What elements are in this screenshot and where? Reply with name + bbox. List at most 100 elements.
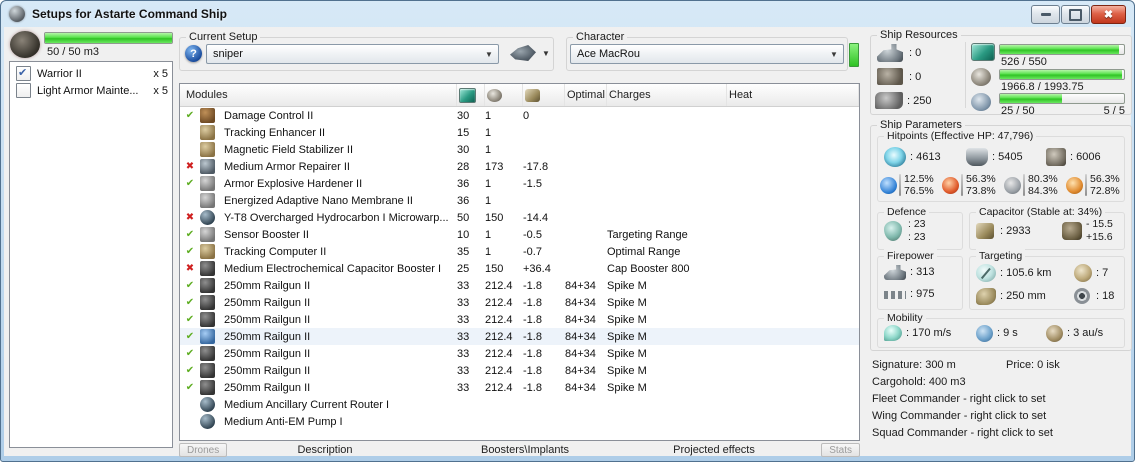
module-name: Tracking Enhancer II xyxy=(224,126,326,139)
optimal-value: 84+34 xyxy=(565,279,596,292)
setup-combobox[interactable]: sniper ▼ xyxy=(206,44,499,64)
module-row[interactable]: 250mm Railgun II 33 212.4 -1.8 84+34 Spike M xyxy=(180,345,859,362)
chevron-down-icon: ▼ xyxy=(542,48,550,58)
optimal-header[interactable]: Optimal xyxy=(565,84,607,106)
fleet-commander-text[interactable]: Fleet Commander - right click to set xyxy=(872,393,1046,405)
defence-shield-icon xyxy=(884,221,902,241)
turret-hardpoints-value: : 0 xyxy=(909,47,922,59)
capacitor-value: -1.8 xyxy=(523,381,542,394)
module-row[interactable]: Tracking Enhancer II 15 1 xyxy=(180,124,859,141)
cpu-value: 33 xyxy=(457,330,470,343)
module-row[interactable]: 250mm Railgun II 33 212.4 -1.8 84+34 Spike M xyxy=(180,294,859,311)
module-row[interactable]: 250mm Railgun II 33 212.4 -1.8 84+34 Spike M xyxy=(180,277,859,294)
em-resist-armor: 76.5% xyxy=(904,185,934,197)
squad-commander-text[interactable]: Squad Commander - right click to set xyxy=(872,427,1053,439)
calibration-icon xyxy=(971,93,991,111)
mobility-title: Mobility xyxy=(884,311,926,325)
close-button[interactable]: ✖ xyxy=(1091,5,1126,24)
module-row[interactable]: Energized Adaptive Nano Membrane II 36 1 xyxy=(180,192,859,209)
help-button[interactable]: ? xyxy=(185,45,202,62)
damage-control-icon xyxy=(200,108,215,123)
capacitor-value: -14.4 xyxy=(523,211,549,224)
wing-commander-text[interactable]: Wing Commander - right click to set xyxy=(872,410,1046,422)
cpu-column-header[interactable] xyxy=(457,84,485,106)
module-row[interactable]: Medium Ancillary Current Router I xyxy=(180,396,859,413)
capacitor-column-header[interactable] xyxy=(523,84,565,106)
signature-text: Signature: 300 m xyxy=(872,359,956,371)
armor-repairer-icon xyxy=(200,159,215,174)
cpu-value: 28 xyxy=(457,160,470,173)
cpu-value: 36 xyxy=(457,177,470,190)
thermal-resist: 56.3% 73.8% xyxy=(942,173,996,197)
powergrid-value: 212.4 xyxy=(485,381,513,394)
drone-checkbox[interactable] xyxy=(16,66,31,81)
module-row[interactable]: Y-T8 Overcharged Hydrocarbon I Microwarp… xyxy=(180,209,859,226)
heat-header[interactable]: Heat xyxy=(727,84,859,106)
modules-header[interactable]: Modules xyxy=(180,84,457,106)
railgun-icon xyxy=(200,278,215,293)
cpu-value: 33 xyxy=(457,313,470,326)
module-row[interactable]: 250mm Railgun II 33 212.4 -1.8 84+34 Spike M xyxy=(180,379,859,396)
thermal-resist-shield: 56.3% xyxy=(966,173,996,185)
drones-button[interactable]: Drones xyxy=(179,443,228,457)
powergrid-value: 150 xyxy=(485,262,504,275)
optimal-value: 84+34 xyxy=(565,364,596,377)
drone-capacity-text: 50 / 50 m3 xyxy=(47,46,99,58)
volley-icon xyxy=(884,291,906,299)
current-setup-label: Current Setup xyxy=(186,30,261,44)
scan-resolution-value: : 250 mm xyxy=(1000,290,1046,302)
thermal-resist-icon xyxy=(942,176,959,194)
module-row[interactable]: 250mm Railgun II 33 212.4 -1.8 84+34 Spike M xyxy=(180,328,859,345)
shield-hp-value: : 4613 xyxy=(910,151,941,163)
drone-checkbox[interactable] xyxy=(16,83,31,98)
module-row[interactable]: Medium Armor Repairer II 28 173 -17.8 xyxy=(180,158,859,175)
drone-bandwidth-bar xyxy=(44,32,173,44)
capacitor-value: 0 xyxy=(523,109,530,122)
charges-value: Spike M xyxy=(607,381,647,394)
microwarpdrive-icon xyxy=(200,210,215,225)
module-row[interactable]: Sensor Booster II 10 1 -0.5 Targeting Range xyxy=(180,226,859,243)
module-row[interactable]: Armor Explosive Hardener II 36 1 -1.5 xyxy=(180,175,859,192)
divider xyxy=(1085,174,1087,196)
module-name: 250mm Railgun II xyxy=(224,313,311,326)
divider xyxy=(899,174,901,196)
module-row[interactable]: Medium Electrochemical Capacitor Booster… xyxy=(180,260,859,277)
armor-hardener-icon xyxy=(200,176,215,191)
ship-parameters-group: Ship Parameters Hitpoints (Effective HP:… xyxy=(870,118,1132,351)
ship-select-button[interactable]: ▼ xyxy=(510,45,550,61)
character-label: Character xyxy=(573,30,628,44)
module-name: Y-T8 Overcharged Hydrocarbon I Microwarp… xyxy=(224,211,449,224)
module-row[interactable]: 250mm Railgun II 33 212.4 -1.8 84+34 Spike M xyxy=(180,311,859,328)
maximize-button[interactable] xyxy=(1061,5,1090,24)
armor-hp-value: : 5405 xyxy=(992,151,1023,163)
armor-hp-icon xyxy=(966,148,988,166)
maximize-icon xyxy=(1069,8,1082,21)
cpu-value: 33 xyxy=(457,364,470,377)
hitpoints-title: Hitpoints (Effective HP: 47,796) xyxy=(884,129,1037,143)
error-icon xyxy=(180,261,200,276)
powergrid-text: 1966.8 / 1993.75 xyxy=(1001,81,1084,93)
character-combobox[interactable]: Ace MacRou ▼ xyxy=(570,44,844,64)
module-row[interactable]: Medium Anti-EM Pump I xyxy=(180,413,859,430)
module-row[interactable]: 250mm Railgun II 33 212.4 -1.8 84+34 Spike M xyxy=(180,362,859,379)
error-icon xyxy=(180,159,200,174)
module-row[interactable]: Damage Control II 30 1 0 xyxy=(180,107,859,124)
module-row[interactable]: Magnetic Field Stabilizer II 30 1 xyxy=(180,141,859,158)
capacitor-value: -1.8 xyxy=(523,279,542,292)
minimize-button[interactable] xyxy=(1031,5,1060,24)
powergrid-column-header[interactable] xyxy=(485,84,523,106)
cargohold-text: Cargohold: 400 m3 xyxy=(872,376,966,388)
drone-list-item[interactable]: Warrior II x 5 xyxy=(10,65,172,82)
module-name: Medium Electrochemical Capacitor Booster… xyxy=(224,262,442,275)
charges-header[interactable]: Charges xyxy=(607,84,727,106)
module-name: Armor Explosive Hardener II xyxy=(224,177,363,190)
drone-list-item[interactable]: Light Armor Mainte... x 5 xyxy=(10,82,172,99)
stats-button[interactable]: Stats xyxy=(821,443,860,457)
app-icon xyxy=(9,6,25,22)
tab-projected-effects[interactable]: Projected effects xyxy=(673,444,755,456)
module-row[interactable]: Tracking Computer II 35 1 -0.7 Optimal Range xyxy=(180,243,859,260)
cpu-value: 33 xyxy=(457,296,470,309)
capacitor-amount-icon xyxy=(976,223,994,239)
tab-description[interactable]: Description xyxy=(297,444,352,456)
tab-boosters-implants[interactable]: Boosters\Implants xyxy=(481,444,569,456)
